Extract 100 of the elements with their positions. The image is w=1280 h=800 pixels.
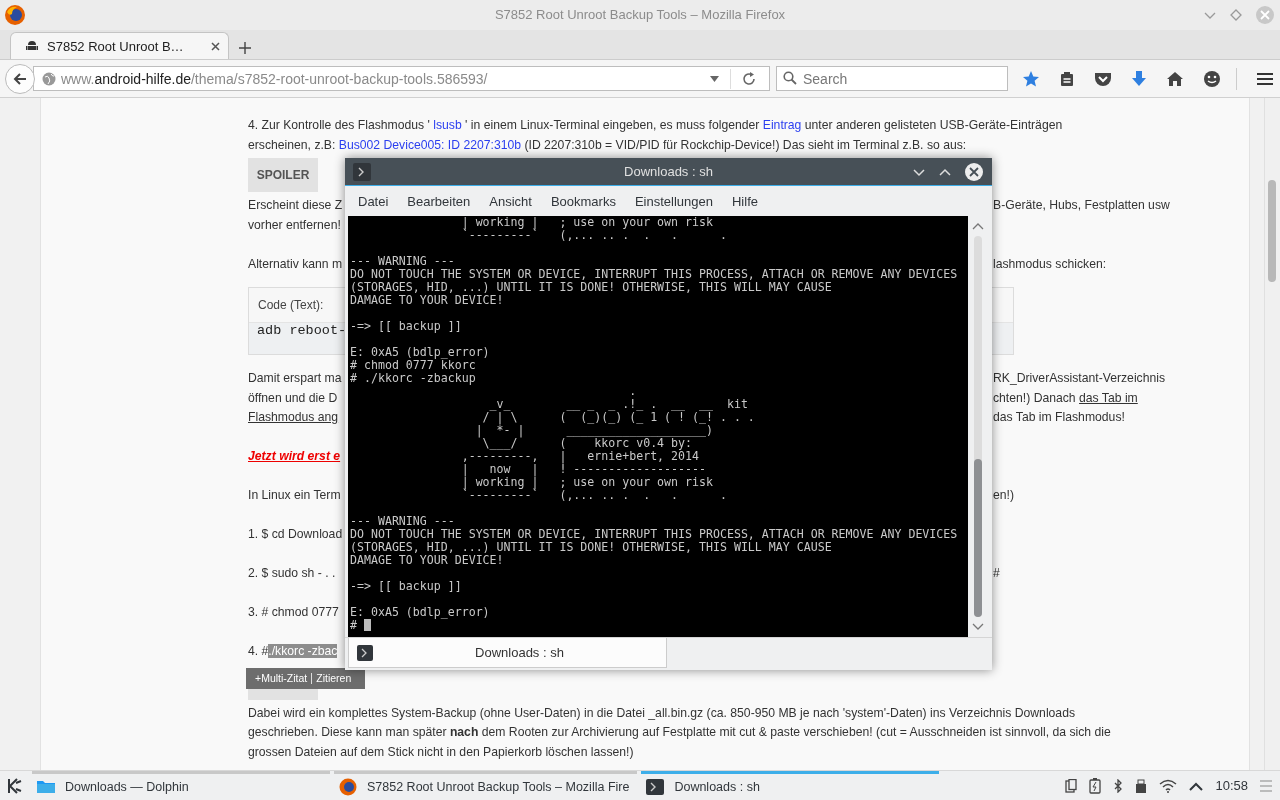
search-field[interactable]: Search [776, 66, 1008, 91]
taskbar-item[interactable]: Downloads — Dolphin [32, 771, 330, 800]
menu-item[interactable]: Ansicht [481, 193, 540, 209]
paragraph-text: 4. Zur Kontrolle des Flashmodus ' lsusb ' in einem Linux-Terminal eingeben, es muss folgender Eintrag unter anderen gelisteten USB-Geräte-Einträgen erscheinen, z.B: Bus002 Device005: ID 2207:310b (ID 2207:310b = VID/PID für Rockchip-Device!) Das sieht im Terminal z.B. so aus: [248, 117, 1064, 154]
terminal-line: -=> [[ backup ]] [350, 580, 463, 593]
close-icon[interactable] [211, 41, 220, 51]
paragraph-text: 2. $ sudo sh - . . [248, 565, 337, 582]
terminal-line: _v_ __ _ _ .!_ . __ __ kit [488, 398, 749, 411]
terminal-line: \___/ ( kkorc v0.4 by: [481, 437, 693, 450]
terminal-line: DAMAGE TO YOUR DEVICE! [350, 554, 505, 567]
link[interactable]: das Tab im [1079, 390, 1138, 405]
back-button[interactable] [5, 63, 35, 94]
url-field[interactable]: www.android-hilfe.de/thema/s7852-root-unroot-backup-tools.586593/ [33, 66, 770, 91]
paragraph-text: RK_DriverAssistant-Verzeichnis [993, 370, 1167, 387]
globe-icon [42, 71, 56, 86]
expand-tray-icon[interactable] [1189, 780, 1204, 791]
search-icon [783, 71, 797, 85]
paragraph-text: 4. #./kkorc -zbac [248, 643, 339, 660]
back-arrow-icon [13, 71, 27, 86]
spoiler-button[interactable]: SPOILER [248, 158, 318, 192]
terminal-line: # ./kkorc -zbackup [350, 372, 477, 385]
scrollbar-thumb[interactable] [974, 459, 982, 617]
paragraph-text: lashmodus schicken: [993, 255, 1108, 273]
clipboard-icon[interactable] [1065, 778, 1078, 793]
terminal-line: | working | ; use on your own risk [460, 476, 714, 489]
terminal-line: `---------` (,... .. . . . . [460, 489, 728, 502]
selected-text: ./kkorc -zbac [268, 644, 338, 658]
window-title: Downloads : sh [624, 164, 713, 179]
menu-item[interactable]: Bearbeiten [399, 193, 479, 209]
terminal-tab[interactable]: Downloads : sh [348, 638, 667, 668]
paragraph-text: Alternativ kann m [248, 255, 344, 273]
terminal-line: DAMAGE TO YOUR DEVICE! [350, 294, 505, 307]
clock: 10:58 [1215, 778, 1248, 793]
new-tab-icon[interactable] [239, 42, 251, 54]
scroll-down-icon[interactable] [972, 623, 984, 631]
terminal-line: DO NOT TOUCH THE SYSTEM OR DEVICE, INTERRUPT THIS PROCESS, ATTACH OR REMOVE ANY DEVICES [350, 268, 959, 281]
paragraph-text: 1. $ cd Download [248, 526, 344, 543]
terminal-line: (STORAGES, HID, ...) UNTIL IT IS DONE! OTHERWISE, THIS WILL MAY CAUSE [350, 541, 833, 554]
terminal-line: | now | ! ------------------- [460, 463, 707, 476]
link[interactable]: Zitieren [316, 672, 352, 684]
terminal-icon [353, 162, 371, 181]
launcher-icon[interactable] [6, 776, 24, 795]
scroll-up-icon[interactable] [972, 222, 984, 230]
paragraph-text: 3. # chmod 0777 [248, 604, 340, 621]
link[interactable]: Bus002 Device005: ID 2207:310b [338, 137, 522, 152]
menu-item[interactable]: Hilfe [724, 193, 766, 209]
menu-item[interactable]: Bookmarks [542, 193, 624, 209]
firefox-logo-icon [4, 4, 26, 26]
battery-icon[interactable] [1089, 777, 1102, 794]
close-icon[interactable] [964, 161, 984, 182]
home-icon[interactable] [1166, 70, 1184, 87]
menu-icon[interactable] [1256, 70, 1274, 87]
spoiler-button[interactable] [248, 688, 318, 700]
terminal-line: `---------` (,... .. . . . . [460, 229, 728, 242]
paragraph-text: chten!) Danach das Tab im [993, 389, 1139, 407]
pocket-icon[interactable] [1094, 70, 1112, 87]
paragraph-text: Dabei wird ein komplettes System-Backup (ohne User-Daten) in die Datei _all.bin.gz (ca. 850-950 MB je nach 'system'-Daten) ins Verzeichnis Downloads geschrieben. Diese kann man später nach dem Rooten zur Archivierung auf Festplatte mit cut & paste verschieben! (cut = Ausschneiden ist sinnvoll, da sich die grossen Dateien auf dem Stick nicht in den Papierkorb löschen lassen!) [248, 704, 1112, 761]
dropdown-icon[interactable] [710, 75, 719, 82]
robot-icon [25, 39, 39, 53]
cursor-icon [364, 619, 371, 631]
bluetooth-icon[interactable] [1113, 778, 1124, 793]
terminal-line: # [350, 618, 357, 632]
taskbar-item[interactable]: S7852 Root Unroot Backup Tools – Mozilla Fire [334, 771, 638, 800]
smiley-icon[interactable] [1203, 69, 1221, 88]
firefox-logo-icon [338, 777, 358, 797]
link[interactable]: +Multi-Zitat [255, 672, 308, 684]
warning-text: Jetzt wird erst e [248, 448, 342, 465]
paragraph-text: B-Geräte, Hubs, Festplatten usw [993, 197, 1171, 214]
reload-icon[interactable] [742, 71, 756, 86]
taskbar-item[interactable]: Downloads : sh [641, 771, 940, 800]
terminal-line: --- WARNING --- [350, 255, 456, 268]
wifi-icon[interactable] [1159, 778, 1178, 793]
paragraph-text: Erscheint diese Z [248, 197, 344, 214]
terminal-line: --- WARNING --- [350, 515, 456, 528]
paragraph-text: Damit erspart ma [248, 370, 343, 387]
terminal-line: # chmod 0777 kkorc [350, 359, 476, 372]
terminal-icon [645, 777, 666, 797]
paragraph-text: In Linux ein Term [248, 487, 342, 504]
reading-list-icon[interactable] [1059, 70, 1075, 87]
scrollbar-thumb[interactable] [1268, 180, 1276, 282]
terminal-line: DO NOT TOUCH THE SYSTEM OR DEVICE, INTERRUPT THIS PROCESS, ATTACH OR REMOVE ANY DEVICES [350, 528, 959, 541]
star-icon[interactable] [1022, 69, 1040, 88]
terminal-line: E: 0xA5 (bdlp_error) [350, 606, 491, 619]
link[interactable]: lsusb [433, 118, 462, 132]
link[interactable]: Eintrag [762, 118, 802, 132]
window-title: S7852 Root Unroot Backup Tools – Mozilla Firefox [494, 7, 786, 22]
terminal-line: ,---------, | ernie+bert, 2014 [460, 450, 700, 463]
usb-drive-icon[interactable] [1135, 778, 1148, 793]
paragraph-text: vorher entfernen! [248, 216, 342, 234]
paragraph-text: das Tab im Flashmodus! [993, 409, 1126, 426]
menu-item[interactable]: Datei [350, 193, 397, 209]
paragraph-text: # [993, 565, 1001, 582]
browser-tab[interactable]: S7852 Root Unroot B… [10, 32, 229, 59]
paragraph-text: öffnen und die D [248, 389, 339, 407]
link[interactable]: Flashmodus ang [248, 408, 345, 428]
paragraph-text: en!) [993, 487, 1015, 504]
menu-item[interactable]: Einstellungen [626, 193, 721, 209]
terminal-line: -=> [[ backup ]] [350, 320, 463, 333]
download-icon[interactable] [1131, 69, 1147, 88]
terminal-line: | working | ; use on your own risk [460, 216, 714, 229]
